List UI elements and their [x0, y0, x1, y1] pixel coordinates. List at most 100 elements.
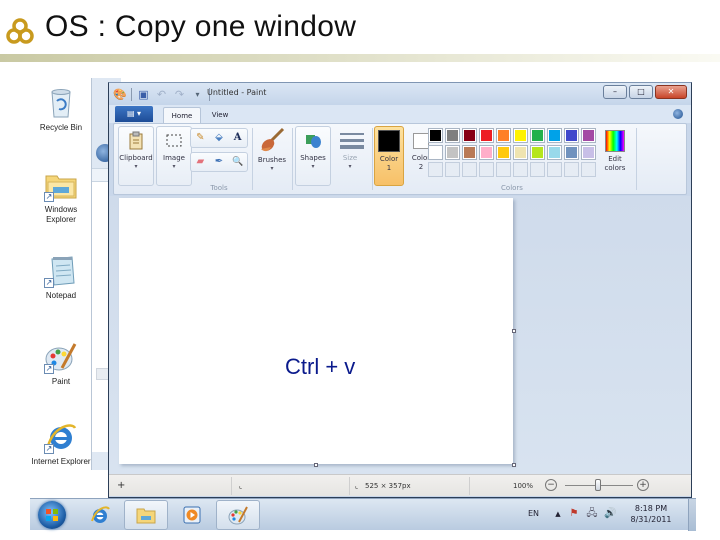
brush-icon: [259, 127, 285, 153]
group-separator: [292, 128, 293, 190]
drawing-canvas[interactable]: Ctrl + v: [119, 198, 513, 464]
paint-menu-button[interactable]: ▤ ▾: [115, 106, 153, 122]
start-button[interactable]: [38, 501, 66, 529]
clipboard-label: Clipboard: [119, 154, 153, 162]
paint-palette-icon: [228, 506, 248, 525]
save-icon[interactable]: ▣: [137, 88, 150, 101]
dropdown-arrow-icon: ▾: [311, 163, 315, 170]
title-bar[interactable]: 🎨 ▣ ↶ ↷ ▾ Untitled - Paint – □ ✕: [109, 83, 691, 105]
volume-icon[interactable]: 🔊: [604, 508, 616, 520]
window-title: Untitled - Paint: [207, 88, 267, 97]
group-separator: [636, 128, 637, 190]
status-bar: + ⌞ ⌞ 525 × 357px 100% − +: [109, 474, 691, 496]
shapes-label: Shapes: [300, 154, 326, 162]
tools-label: Tools: [210, 184, 228, 192]
color1-label: Color: [379, 155, 399, 163]
maximize-button[interactable]: □: [629, 85, 653, 99]
colors-group-caption: Colors: [428, 126, 596, 192]
zoom-in-button[interactable]: +: [637, 479, 649, 491]
network-icon[interactable]: 🖧: [586, 508, 598, 520]
notepad-icon: ↗: [44, 254, 78, 288]
brushes-label: Brushes: [257, 156, 287, 164]
undo-icon[interactable]: ↶: [155, 88, 168, 101]
language-indicator[interactable]: EN: [528, 509, 539, 518]
tools-group-caption: Tools: [190, 126, 248, 192]
resize-handle-bottom[interactable]: [314, 463, 318, 467]
dropdown-arrow-icon: ▾: [348, 163, 352, 170]
title-underline: [0, 54, 720, 62]
zoom-slider-thumb[interactable]: [595, 479, 601, 491]
quick-access-toolbar: 🎨 ▣ ↶ ↷ ▾: [113, 86, 210, 102]
slide-header: OS : Copy one window: [0, 0, 720, 62]
line-size-icon: [340, 131, 364, 151]
taskbar-windows-explorer[interactable]: [124, 500, 168, 530]
canvas-size-icon: ⌞: [355, 482, 359, 490]
image-button[interactable]: Image ▾: [156, 126, 192, 186]
color1-swatch: [378, 130, 400, 152]
cursor-position-icon: +: [117, 480, 126, 491]
dropdown-arrow-icon: ▾: [134, 163, 138, 170]
desktop-icon-paint[interactable]: ↗ Paint: [30, 340, 92, 387]
customize-qat-icon[interactable]: ▾: [191, 88, 204, 101]
resize-handle-right[interactable]: [512, 329, 516, 333]
clock-time: 8:18 PM: [634, 504, 668, 513]
dropdown-arrow-icon: ▾: [270, 165, 274, 172]
paint-palette-icon: ↗: [44, 340, 78, 374]
color-spectrum-icon: [605, 130, 625, 152]
clipboard-button[interactable]: Clipboard ▾: [118, 126, 154, 186]
group-separator: [372, 128, 373, 190]
zoom-level: 100%: [513, 482, 534, 490]
tab-home[interactable]: Home: [163, 107, 201, 123]
edit-colors-label-line1: Edit: [608, 155, 622, 163]
group-separator: [252, 128, 253, 190]
trefoil-logo-icon: [6, 18, 34, 44]
help-icon[interactable]: [673, 109, 683, 119]
close-button[interactable]: ✕: [655, 85, 687, 99]
color1-button[interactable]: Color 1: [374, 126, 404, 186]
shapes-button[interactable]: Shapes ▾: [295, 126, 331, 186]
show-desktop-button[interactable]: [688, 499, 696, 531]
redo-icon[interactable]: ↷: [173, 88, 186, 101]
status-divider: [231, 477, 232, 495]
internet-explorer-icon: [91, 506, 110, 523]
color1-number: 1: [386, 164, 392, 172]
resize-handle-corner[interactable]: [512, 463, 516, 467]
taskbar-internet-explorer[interactable]: [78, 500, 122, 530]
edit-colors-label-line2: colors: [604, 164, 626, 172]
action-center-flag-icon[interactable]: ⚑: [568, 508, 580, 520]
size-button[interactable]: Size ▾: [332, 126, 368, 186]
brushes-button[interactable]: Brushes ▾: [254, 126, 290, 186]
zoom-out-button[interactable]: −: [545, 479, 557, 491]
shortcut-arrow-icon: ↗: [44, 444, 54, 454]
dropdown-arrow-icon: ▾: [172, 163, 176, 170]
status-divider: [349, 477, 350, 495]
size-label: Size: [342, 154, 358, 162]
taskbar: EN ▲ ⚑ 🖧 🔊 8:18 PM 8/31/2011: [30, 498, 696, 531]
show-hidden-icons-button[interactable]: ▲: [552, 508, 564, 520]
ribbon-home: Clipboard ▾ Image ▾ ✎ ⬙ A ▰ ✒ 🔍 Tools Br…: [113, 123, 687, 195]
desktop-icon-recycle-bin[interactable]: Recycle Bin: [30, 86, 92, 133]
clock-date: 8/31/2011: [630, 515, 672, 524]
slide: OS : Copy one window Recycle Bin ↗ Windo…: [0, 0, 720, 540]
color2-swatch: [413, 133, 429, 149]
status-divider: [469, 477, 470, 495]
desktop-icon-label: Windows Explorer: [44, 205, 78, 224]
taskbar-paint[interactable]: [216, 500, 260, 530]
folder-icon: ↗: [44, 168, 78, 202]
windows-logo-icon: [46, 509, 58, 521]
desktop-icon-label: Notepad: [45, 291, 77, 300]
tab-view[interactable]: View: [205, 107, 235, 123]
paint-app-icon[interactable]: 🎨: [113, 88, 127, 101]
clipboard-icon: [126, 131, 146, 151]
desktop-icon-label: Internet Explorer: [31, 457, 91, 466]
desktop-icon-notepad[interactable]: ↗ Notepad: [30, 254, 92, 301]
canvas-text: Ctrl + v: [285, 354, 356, 379]
minimize-button[interactable]: –: [603, 85, 627, 99]
desktop-icon-windows-explorer[interactable]: ↗ Windows Explorer: [30, 168, 92, 225]
desktop-icon-internet-explorer[interactable]: ↗ Internet Explorer: [30, 420, 92, 467]
select-icon: [164, 131, 184, 151]
taskbar-media-player[interactable]: [170, 500, 214, 530]
edit-colors-button[interactable]: Edit colors: [598, 126, 632, 186]
clock[interactable]: 8:18 PM 8/31/2011: [628, 503, 674, 525]
separator: [131, 87, 132, 101]
